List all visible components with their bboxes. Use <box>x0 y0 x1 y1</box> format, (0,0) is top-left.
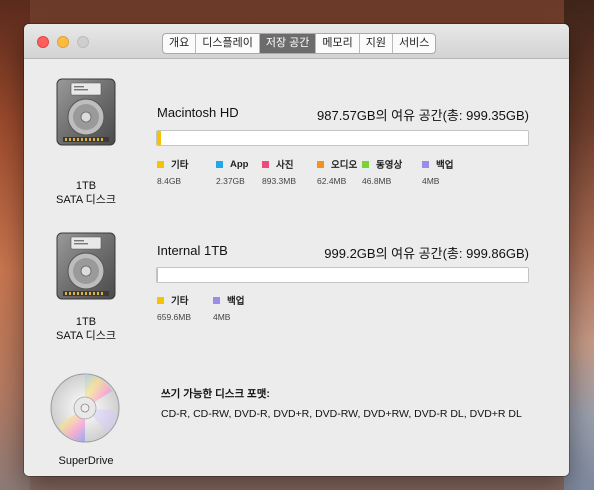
legend-label: 기타 <box>171 160 189 171</box>
legend-swatch <box>157 160 164 168</box>
volume-free-space: 987.57GB의 여유 공간(총: 999.35GB) <box>317 108 529 123</box>
tab-overview[interactable]: 개요 <box>163 34 197 53</box>
writable-formats-list: CD-R, CD-RW, DVD-R, DVD+R, DVD-RW, DVD+R… <box>161 408 522 420</box>
legend-size: 893.3MB <box>262 176 297 186</box>
drive-caption: 1TB SATA 디스크 <box>26 179 146 207</box>
legend-size: 4MB <box>422 176 440 186</box>
legend-item-photos: 사진 893.3MB <box>262 158 317 186</box>
legend-swatch <box>422 160 429 168</box>
storage-usage-fill <box>157 131 161 145</box>
legend-label: 사진 <box>276 160 294 171</box>
legend-item-backup: 백업 4MB <box>213 294 253 322</box>
tab-bar: 개요 디스플레이 저장 공간 메모리 지원 서비스 <box>162 33 437 54</box>
volume-free-space: 999.2GB의 여유 공간(총: 999.86GB) <box>324 246 529 261</box>
legend-swatch <box>317 160 324 168</box>
legend-item-other: 기타 659.6MB <box>157 294 213 322</box>
legend-label: 백업 <box>227 296 245 307</box>
legend-item-audio: 오디오 62.4MB <box>317 158 362 186</box>
legend-label: 기타 <box>171 296 189 307</box>
legend-swatch <box>213 296 220 304</box>
legend-item-backup: 백업 4MB <box>422 158 462 186</box>
tab-storage[interactable]: 저장 공간 <box>259 34 317 53</box>
zoom-button[interactable] <box>77 36 89 48</box>
optical-disc-icon <box>50 373 120 443</box>
drive-type: SATA 디스크 <box>56 330 116 342</box>
storage-usage-bar <box>156 130 529 146</box>
hard-drive-icon <box>56 78 116 146</box>
hard-drive-icon <box>56 232 116 300</box>
legend-label: App <box>230 158 249 170</box>
legend-swatch <box>262 160 269 168</box>
superdrive-caption: SuperDrive <box>58 455 114 467</box>
legend-size: 46.8MB <box>362 176 392 186</box>
legend-swatch <box>216 160 223 168</box>
legend-item-apps: App 2.37GB <box>216 158 262 186</box>
tab-support[interactable]: 지원 <box>360 34 394 53</box>
legend-size: 8.4GB <box>157 176 182 186</box>
volume-name: Macintosh HD <box>157 105 239 120</box>
legend-label: 오디오 <box>331 160 358 171</box>
writable-formats-title: 쓰기 가능한 디스크 포맷: <box>161 388 270 400</box>
volume-name: Internal 1TB <box>157 243 228 258</box>
storage-usage-fill <box>157 268 158 282</box>
drive-type: SATA 디스크 <box>56 194 116 206</box>
legend-size: 2.37GB <box>216 176 245 186</box>
legend-size: 659.6MB <box>157 312 192 322</box>
legend-item-other: 기타 8.4GB <box>157 158 216 186</box>
tab-memory[interactable]: 메모리 <box>316 34 360 53</box>
minimize-button[interactable] <box>57 36 69 48</box>
about-this-mac-window: 개요 디스플레이 저장 공간 메모리 지원 서비스 1TB SATA 디스크 M… <box>24 24 569 476</box>
tab-service[interactable]: 서비스 <box>393 34 435 53</box>
legend-label: 백업 <box>436 160 454 171</box>
legend-swatch <box>157 296 164 304</box>
legend-label: 동영상 <box>376 160 403 171</box>
legend-size: 4MB <box>213 312 231 322</box>
drive-capacity: 1TB <box>75 316 97 328</box>
storage-legend: 기타 659.6MB 백업 4MB <box>157 294 253 322</box>
legend-swatch <box>362 160 369 168</box>
tab-displays[interactable]: 디스플레이 <box>196 34 260 53</box>
drive-caption: 1TB SATA 디스크 <box>26 315 146 343</box>
title-bar: 개요 디스플레이 저장 공간 메모리 지원 서비스 <box>24 24 569 59</box>
storage-usage-bar <box>156 267 529 283</box>
legend-item-movies: 동영상 46.8MB <box>362 158 422 186</box>
legend-size: 62.4MB <box>317 176 347 186</box>
drive-capacity: 1TB <box>75 180 97 192</box>
storage-panel: 1TB SATA 디스크 Macintosh HD 987.57GB의 여유 공… <box>24 59 569 476</box>
close-button[interactable] <box>37 36 49 48</box>
storage-legend: 기타 8.4GB App 2.37GB 사진 893.3MB 오디오 62.4M… <box>157 158 462 186</box>
